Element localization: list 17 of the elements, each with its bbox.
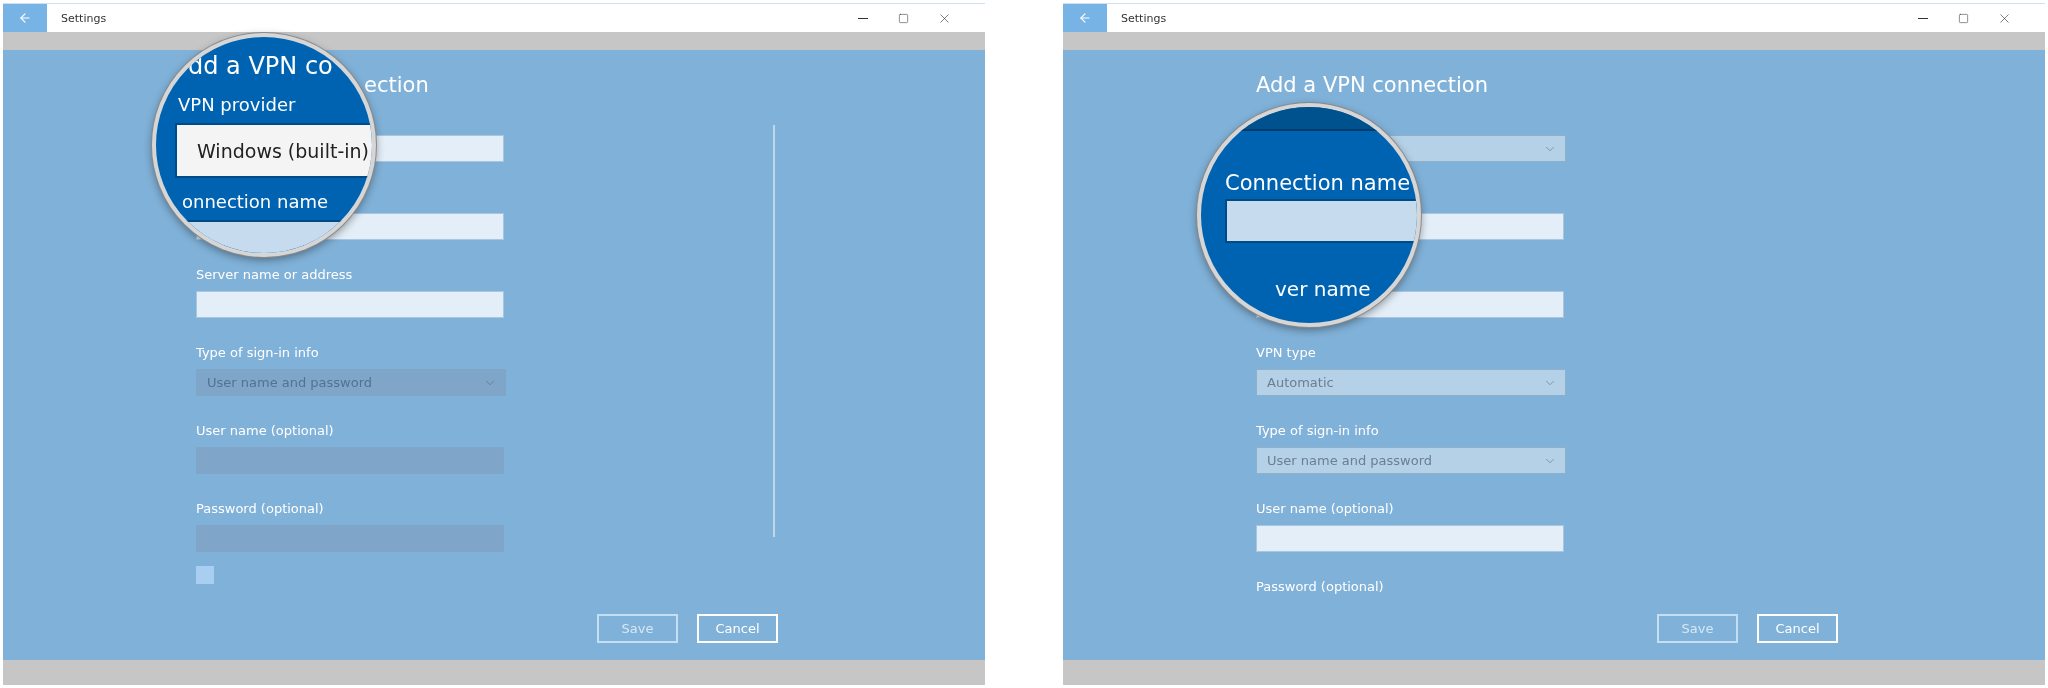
page-heading: Add a VPN connection — [1256, 72, 1489, 98]
magnified-label: Connection name — [1225, 171, 1411, 195]
field-label: Password (optional) — [196, 500, 325, 518]
magnified-field: Windows (built-in) — [175, 123, 372, 178]
field-label: Server name or address — [196, 266, 354, 284]
window-title: Settings — [61, 11, 108, 25]
page-heading: ection — [363, 72, 430, 98]
magnified-label: onnection name — [182, 190, 329, 214]
field-label: Type of sign-in info — [196, 344, 320, 362]
field-label: Type of sign-in info — [1256, 422, 1380, 440]
field-label: VPN type — [1256, 344, 1317, 362]
field-label: Password (optional) — [1256, 578, 1385, 596]
magnified-label: ver name — [1275, 277, 1371, 301]
window-title: Settings — [1121, 11, 1168, 25]
field-label: User name (optional) — [1256, 500, 1395, 518]
field-label: User name (optional) — [196, 422, 335, 440]
magnified-label: VPN provider — [178, 93, 296, 117]
